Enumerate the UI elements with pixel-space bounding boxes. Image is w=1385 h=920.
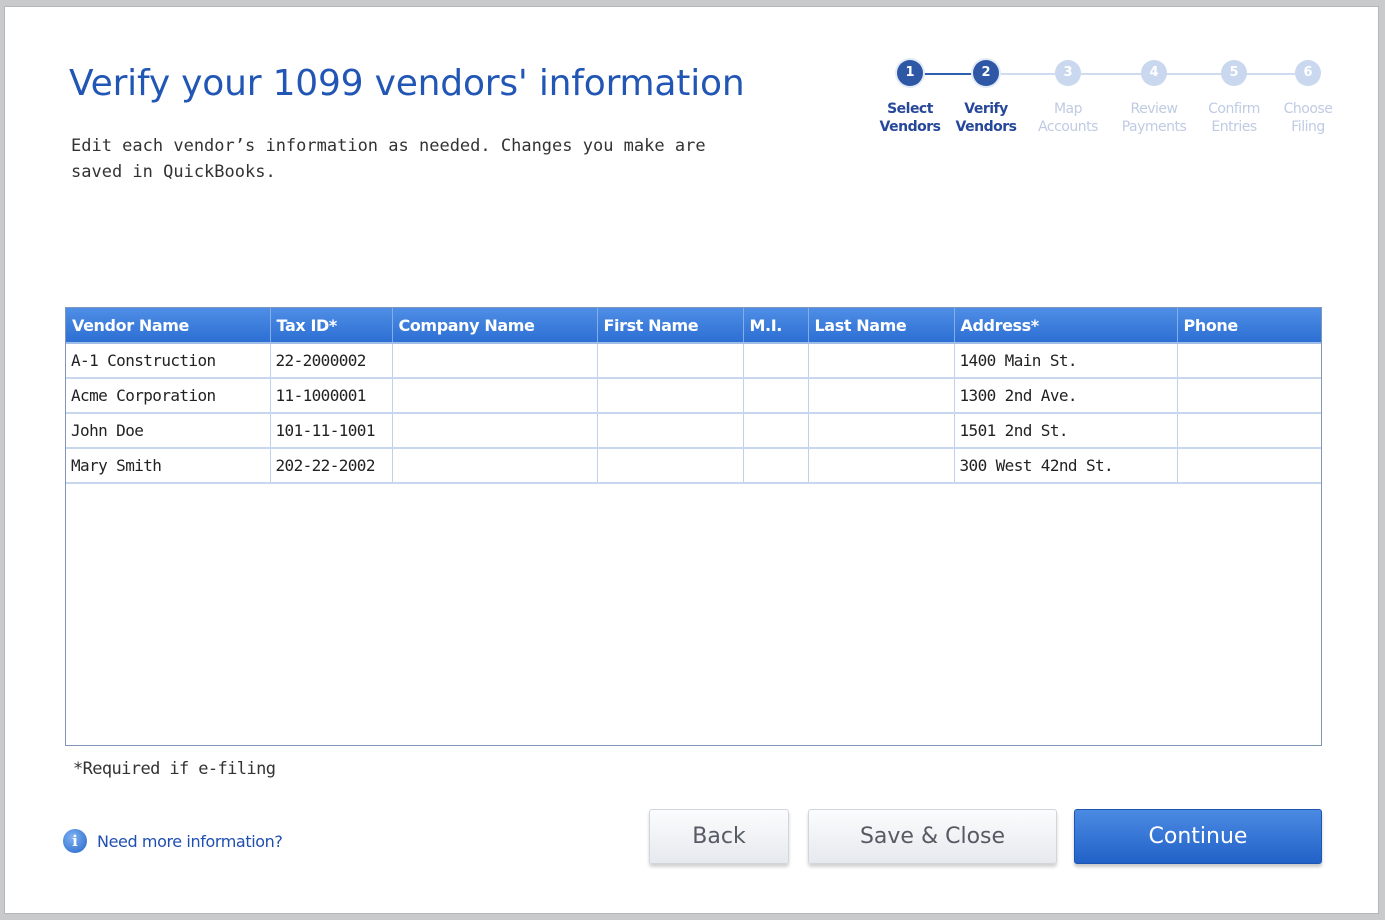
column-header-last-name[interactable]: Last Name [808, 308, 955, 344]
cell-tax-id[interactable]: 202-22-2002 [270, 448, 393, 484]
step-map-accounts: 3 Map Accounts [1028, 57, 1108, 136]
info-icon[interactable]: i [63, 829, 87, 853]
cell-mi[interactable] [743, 448, 809, 484]
step-label: Choose Filing [1283, 101, 1333, 135]
cell-company-name[interactable] [392, 378, 598, 414]
cell-mi[interactable] [743, 413, 809, 449]
step-label: Confirm Entries [1208, 101, 1260, 135]
cell-last-name[interactable] [808, 378, 955, 414]
column-header-tax-id[interactable]: Tax ID* [270, 308, 393, 344]
step-number: 3 [1055, 60, 1081, 86]
step-number: 5 [1221, 60, 1247, 86]
step-select-vendors: 1 Select Vendors [870, 57, 950, 136]
cell-company-name[interactable] [392, 448, 598, 484]
step-number: 4 [1141, 60, 1167, 86]
step-number: 2 [973, 60, 999, 86]
step-review-payments: 4 Review Payments [1114, 57, 1194, 136]
cell-first-name[interactable] [597, 378, 744, 414]
cell-tax-id[interactable]: 11-1000001 [270, 378, 393, 414]
required-note: *Required if e-filing [73, 759, 276, 779]
cell-phone[interactable] [1177, 413, 1321, 449]
cell-phone[interactable] [1177, 378, 1321, 414]
cell-phone[interactable] [1177, 448, 1321, 484]
cell-tax-id[interactable]: 22-2000002 [270, 343, 393, 379]
column-header-phone[interactable]: Phone [1177, 308, 1321, 344]
column-header-address[interactable]: Address* [954, 308, 1178, 344]
cell-company-name[interactable] [392, 343, 598, 379]
need-more-info-link[interactable]: i Need more information? [63, 829, 283, 853]
save-close-button[interactable]: Save & Close [808, 809, 1057, 864]
cell-first-name[interactable] [597, 413, 744, 449]
column-header-mi[interactable]: M.I. [743, 308, 809, 344]
cell-address[interactable]: 1400 Main St. [954, 343, 1178, 379]
vendor-table: Vendor Name Tax ID* Company Name First N… [65, 307, 1322, 746]
step-confirm-entries: 5 Confirm Entries [1194, 57, 1274, 136]
cell-address[interactable]: 1300 2nd Ave. [954, 378, 1178, 414]
cell-company-name[interactable] [392, 413, 598, 449]
continue-button[interactable]: Continue [1074, 809, 1322, 864]
progress-stepper: 1 Select Vendors 2 Verify Vendors 3 Map Acc… [865, 57, 1345, 157]
cell-mi[interactable] [743, 343, 809, 379]
step-label: Review Payments [1121, 101, 1187, 135]
step-verify-vendors: 2 Verify Vendors [946, 57, 1026, 136]
cell-vendor-name[interactable]: Acme Corporation [66, 378, 271, 414]
cell-address[interactable]: 300 West 42nd St. [954, 448, 1178, 484]
step-choose-filing: 6 Choose Filing [1268, 57, 1348, 136]
table-row: John Doe 101-11-1001 1501 2nd St. [66, 413, 1321, 449]
cell-first-name[interactable] [597, 343, 744, 379]
step-number: 1 [897, 60, 923, 86]
table-row: A-1 Construction 22-2000002 1400 Main St… [66, 343, 1321, 379]
table-row: Mary Smith 202-22-2002 300 West 42nd St. [66, 448, 1321, 484]
step-label: Verify Vendors [955, 101, 1017, 135]
cell-last-name[interactable] [808, 448, 955, 484]
table-row: Acme Corporation 11-1000001 1300 2nd Ave… [66, 378, 1321, 414]
back-button[interactable]: Back [649, 809, 789, 864]
cell-address[interactable]: 1501 2nd St. [954, 413, 1178, 449]
cell-first-name[interactable] [597, 448, 744, 484]
step-label: Map Accounts [1038, 101, 1098, 135]
help-link-text[interactable]: Need more information? [97, 832, 283, 851]
page-title: Verify your 1099 vendors' information [69, 63, 745, 104]
column-header-vendor-name[interactable]: Vendor Name [66, 308, 271, 344]
step-number: 6 [1295, 60, 1321, 86]
column-header-first-name[interactable]: First Name [597, 308, 744, 344]
column-header-company-name[interactable]: Company Name [392, 308, 598, 344]
cell-last-name[interactable] [808, 343, 955, 379]
dialog-window: Verify your 1099 vendors' information Ed… [4, 6, 1379, 914]
step-label: Select Vendors [879, 101, 941, 135]
cell-phone[interactable] [1177, 343, 1321, 379]
cell-tax-id[interactable]: 101-11-1001 [270, 413, 393, 449]
cell-mi[interactable] [743, 378, 809, 414]
cell-vendor-name[interactable]: A-1 Construction [66, 343, 271, 379]
cell-last-name[interactable] [808, 413, 955, 449]
cell-vendor-name[interactable]: John Doe [66, 413, 271, 449]
page-subtitle: Edit each vendor’s information as needed… [71, 136, 706, 182]
cell-vendor-name[interactable]: Mary Smith [66, 448, 271, 484]
table-header-row: Vendor Name Tax ID* Company Name First N… [66, 308, 1321, 344]
